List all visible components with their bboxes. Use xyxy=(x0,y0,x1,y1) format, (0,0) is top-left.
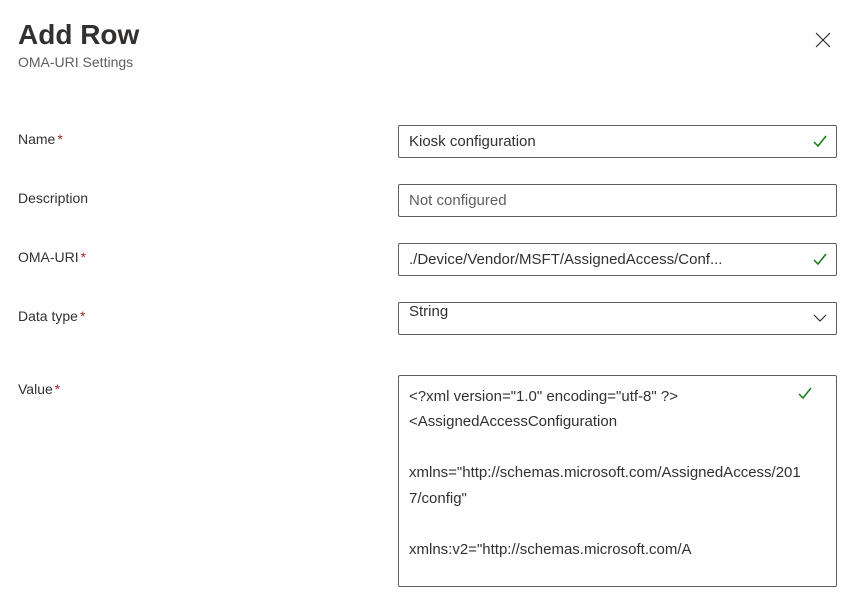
value-textarea[interactable] xyxy=(398,375,837,587)
name-input[interactable] xyxy=(398,125,837,158)
data-type-select[interactable]: String xyxy=(398,302,837,335)
required-marker: * xyxy=(81,249,86,265)
name-label: Name* xyxy=(18,125,398,147)
required-marker: * xyxy=(57,131,62,147)
close-button[interactable] xyxy=(809,28,837,56)
page-title: Add Row xyxy=(18,18,139,52)
page-subtitle: OMA-URI Settings xyxy=(18,54,139,70)
close-icon xyxy=(815,32,831,53)
data-type-label: Data type* xyxy=(18,302,398,324)
required-marker: * xyxy=(80,308,85,324)
description-input[interactable] xyxy=(398,184,837,217)
oma-uri-label: OMA-URI* xyxy=(18,243,398,265)
oma-uri-input[interactable] xyxy=(398,243,837,276)
description-label: Description xyxy=(18,184,398,206)
required-marker: * xyxy=(55,381,60,397)
value-label: Value* xyxy=(18,375,398,397)
